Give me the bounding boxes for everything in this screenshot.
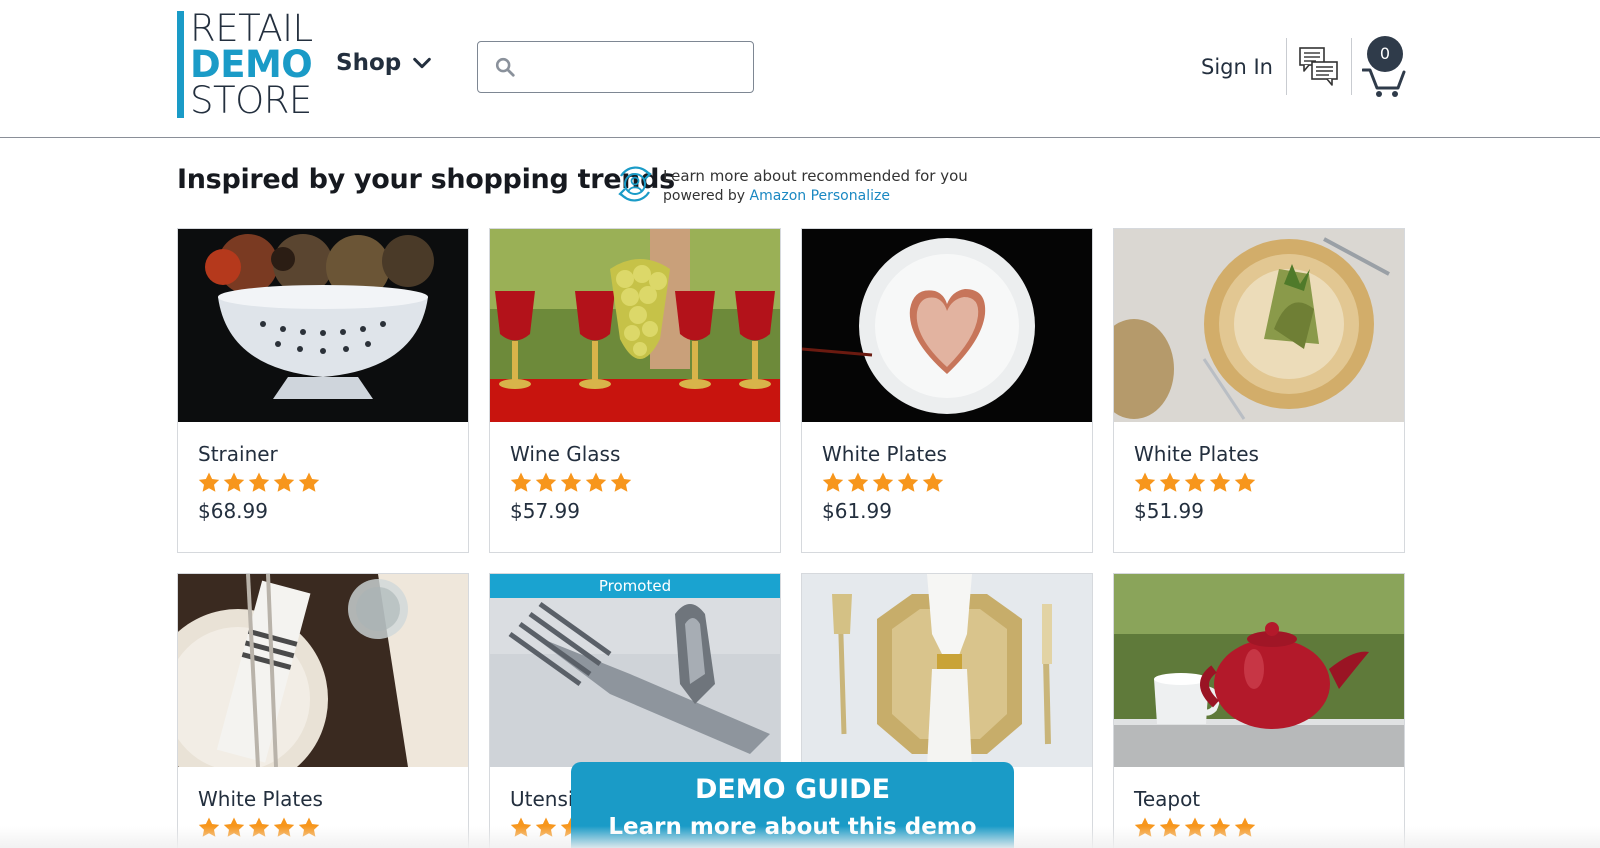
chat-icon[interactable] (1298, 45, 1340, 87)
amazon-personalize-link[interactable]: Amazon Personalize (750, 188, 890, 204)
chevron-down-icon (413, 57, 432, 69)
star-icon (298, 472, 320, 492)
product-name: White Plates (822, 442, 947, 466)
product-price: $57.99 (510, 499, 580, 523)
product-name: Utensil (510, 787, 579, 811)
search-input[interactable] (526, 50, 746, 84)
divider (1286, 38, 1287, 95)
sign-in-link[interactable]: Sign In (1201, 55, 1273, 79)
star-icon (585, 472, 607, 492)
divider (1351, 38, 1352, 95)
star-icon (223, 472, 245, 492)
shop-label: Shop (336, 50, 402, 76)
product-image-white-plates-1 (802, 229, 1092, 422)
promoted-badge: Promoted (490, 574, 780, 598)
product-image-teapot (1114, 574, 1404, 767)
product-name: Teapot (1134, 787, 1201, 811)
logo-accent-bar (177, 11, 184, 118)
cart-count-badge[interactable]: 0 (1367, 36, 1403, 72)
product-card-white-plates-1[interactable]: White Plates $61.99 (801, 228, 1093, 553)
site-header: RETAIL DEMO STORE Shop Sign In 0 (0, 0, 1600, 138)
product-name: Strainer (198, 442, 278, 466)
star-icon (248, 472, 270, 492)
star-icon (1234, 472, 1256, 492)
product-price: $51.99 (1134, 499, 1204, 523)
product-price: $68.99 (198, 499, 268, 523)
product-name: White Plates (1134, 442, 1259, 466)
star-icon (535, 472, 557, 492)
product-card-wine-glass[interactable]: Wine Glass $57.99 (489, 228, 781, 553)
product-image-strainer (178, 229, 468, 422)
star-icon (610, 472, 632, 492)
powered-by-label: powered by (663, 188, 746, 204)
product-card-strainer[interactable]: Strainer $68.99 (177, 228, 469, 553)
section-title: Inspired by your shopping trends (177, 164, 675, 195)
star-icon (273, 472, 295, 492)
logo-line-1: RETAIL (190, 7, 313, 50)
product-price: $61.99 (822, 499, 892, 523)
search-icon (495, 57, 515, 77)
product-rating (1133, 471, 1257, 494)
star-icon (560, 472, 582, 492)
search-box[interactable] (477, 41, 754, 93)
star-icon (872, 472, 894, 492)
star-icon (510, 472, 532, 492)
star-icon (922, 472, 944, 492)
learn-more-text[interactable]: Learn more about recommended for you (663, 166, 968, 186)
product-card-teapot[interactable]: Teapot (1113, 573, 1405, 848)
product-image-gold-plate (802, 574, 1092, 767)
personalize-icon (618, 166, 652, 202)
retail-demo-store-logo[interactable]: RETAIL DEMO STORE (177, 7, 313, 122)
bottom-fade (0, 826, 1600, 848)
star-icon (897, 472, 919, 492)
star-icon (1209, 472, 1231, 492)
product-image-white-plates-2 (1114, 229, 1404, 422)
product-card-white-plates-2[interactable]: White Plates $51.99 (1113, 228, 1405, 553)
star-icon (1159, 472, 1181, 492)
product-rating (821, 471, 945, 494)
logo-line-3: STORE (190, 79, 312, 122)
star-icon (198, 472, 220, 492)
star-icon (1134, 472, 1156, 492)
star-icon (1184, 472, 1206, 492)
product-name: White Plates (198, 787, 323, 811)
product-rating (509, 471, 633, 494)
shop-menu-button[interactable]: Shop (336, 50, 433, 76)
powered-by-text: powered by Amazon Personalize (663, 186, 890, 206)
product-image-wine-glass (490, 229, 780, 422)
product-card-white-plates-3[interactable]: White Plates (177, 573, 469, 848)
star-icon (822, 472, 844, 492)
product-name: Wine Glass (510, 442, 621, 466)
star-icon (847, 472, 869, 492)
product-image-utensil: Promoted (490, 574, 780, 767)
product-image-white-plates-3 (178, 574, 468, 767)
demo-guide-title: DEMO GUIDE (694, 774, 891, 805)
product-rating (197, 471, 321, 494)
logo-line-2: DEMO (190, 43, 313, 86)
